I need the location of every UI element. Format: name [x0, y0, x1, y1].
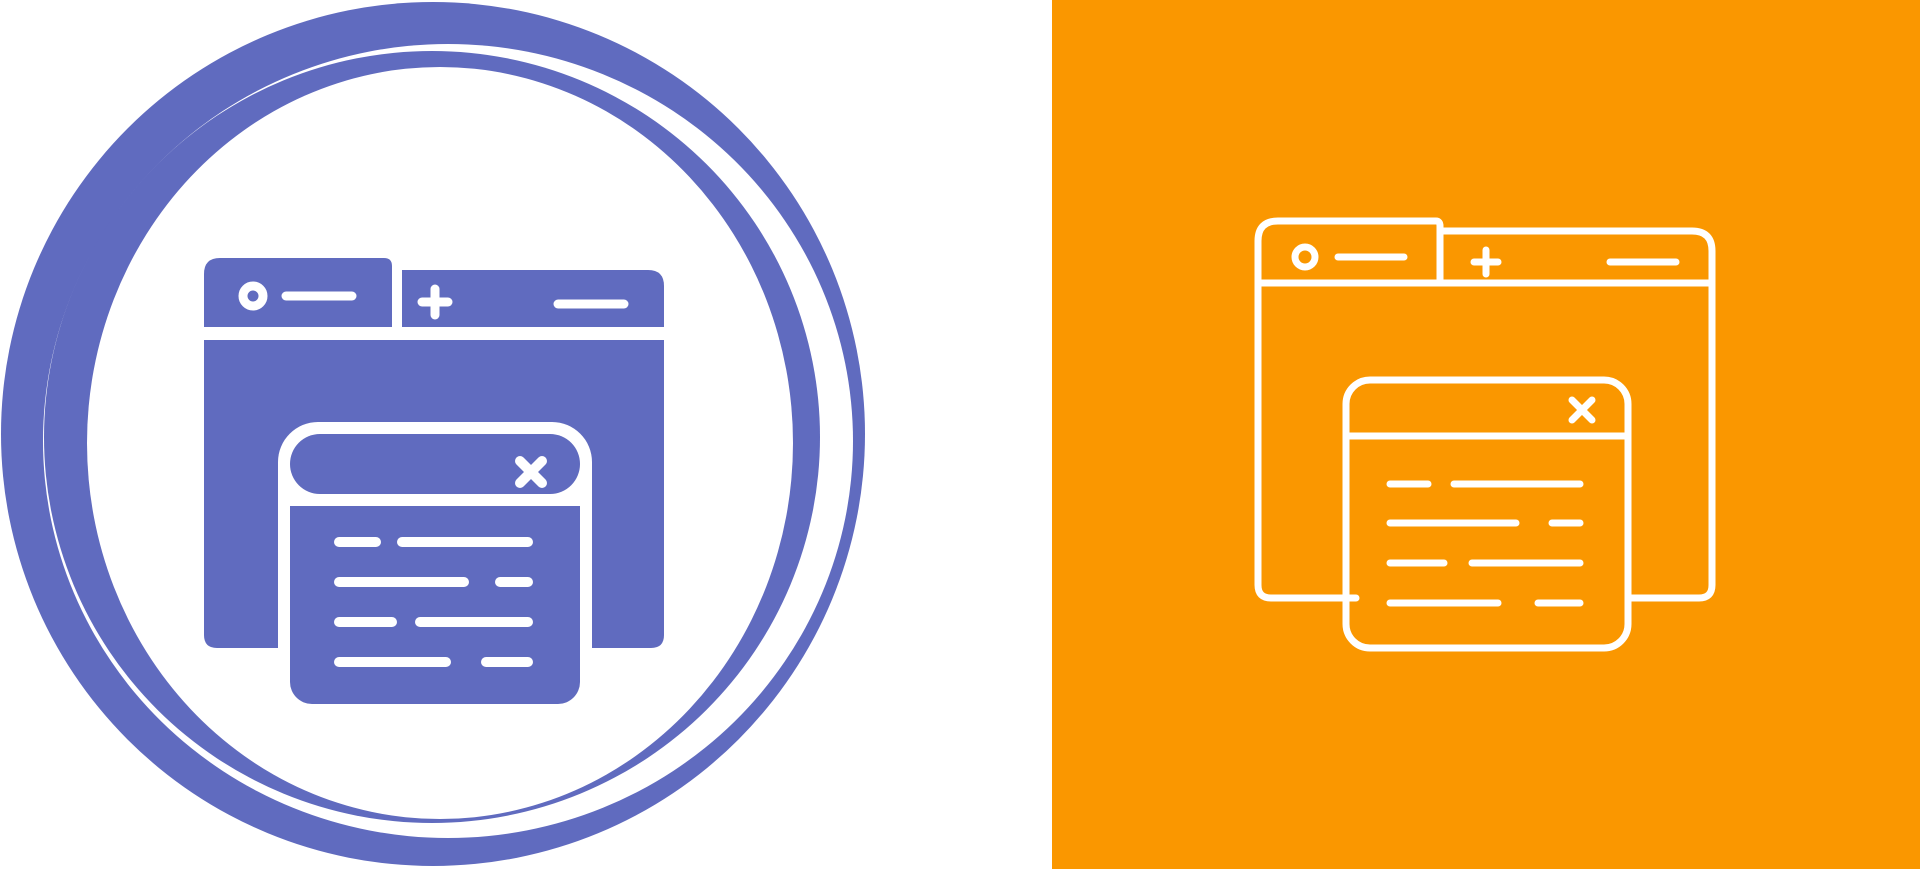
- popup-body-top-square: [290, 506, 580, 536]
- browser-windows-glyph-icon: [1, 2, 865, 866]
- browser-windows-line-icon: [1052, 0, 1920, 869]
- line-icon-panel: [1052, 0, 1920, 869]
- popup-window: [278, 422, 592, 716]
- glyph-icon-panel: [0, 0, 1052, 869]
